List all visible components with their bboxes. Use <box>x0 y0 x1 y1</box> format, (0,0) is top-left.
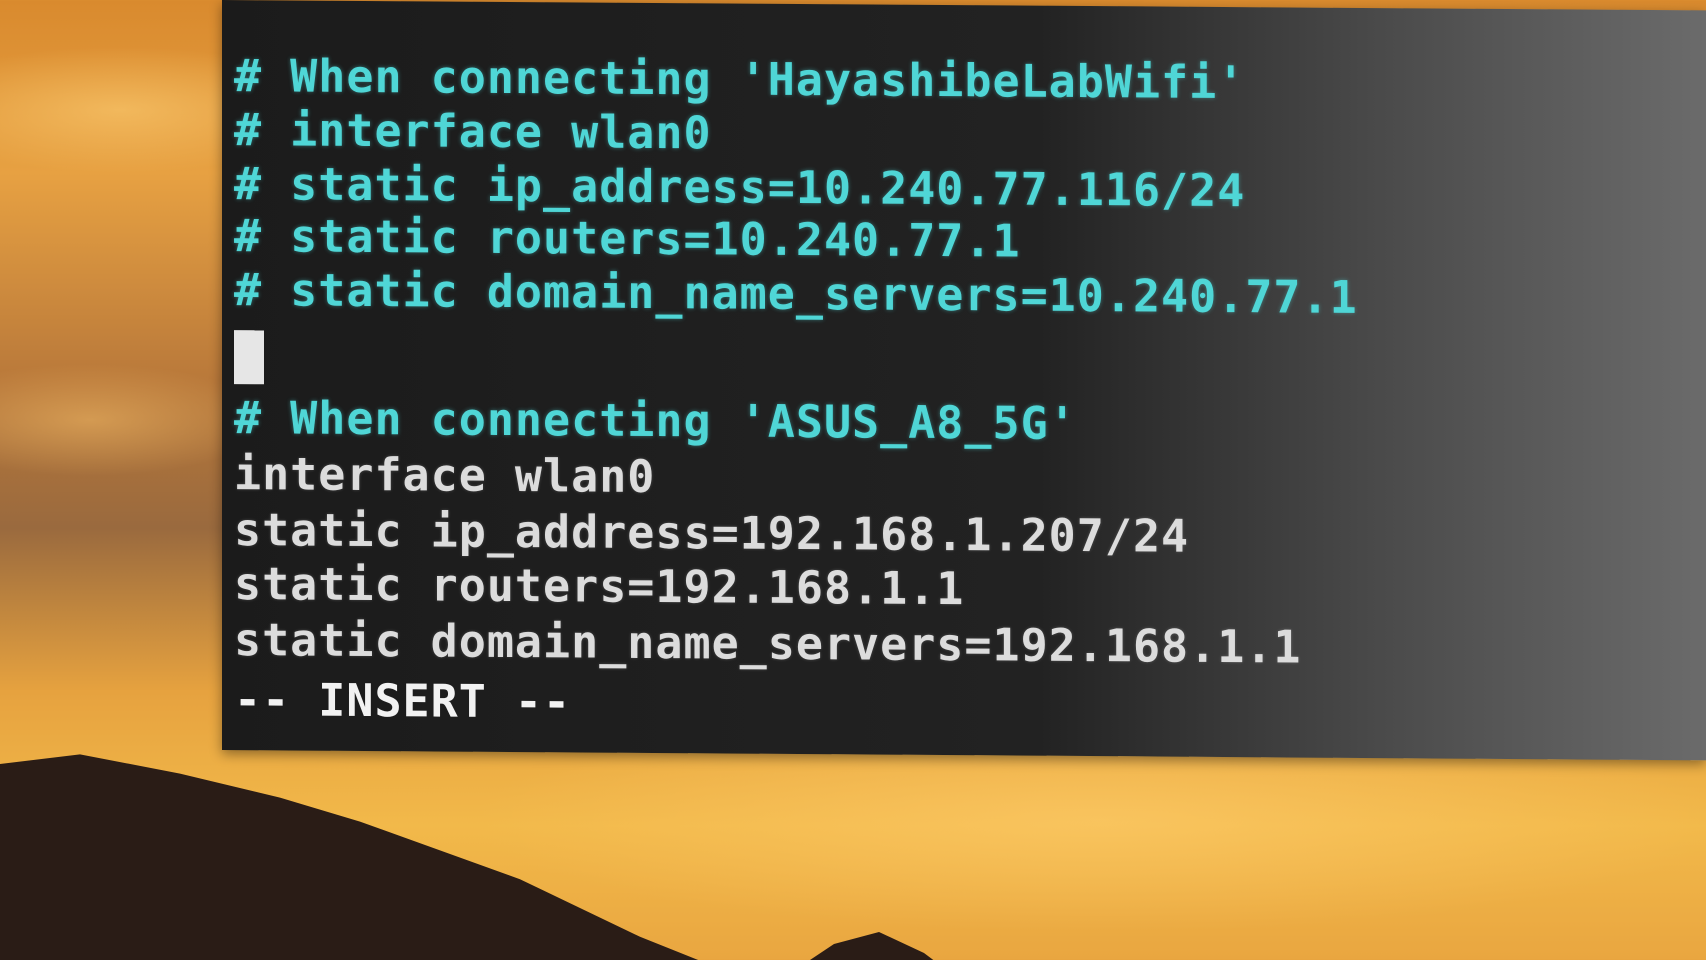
editor-line-9[interactable]: static ip_address=192.168.1.207/24 <box>234 502 1189 565</box>
editor-line-11[interactable]: static domain_name_servers=192.168.1.1 <box>234 612 1302 675</box>
editor-line-2[interactable]: # interface wlan0 <box>234 102 712 161</box>
terminal-window[interactable]: # When connecting 'HayashibeLabWifi' # i… <box>222 0 1706 761</box>
mode-indicator: -- INSERT -- <box>234 673 572 729</box>
editor-line-8[interactable]: interface wlan0 <box>234 446 655 505</box>
editor-line-5[interactable]: # static domain_name_servers=10.240.77.1 <box>234 262 1358 326</box>
editor-line-1[interactable]: # When connecting 'HayashibeLabWifi' <box>234 48 1245 111</box>
text-cursor <box>234 330 264 385</box>
editor-line-10[interactable]: static routers=192.168.1.1 <box>234 556 964 617</box>
editor-line-4[interactable]: # static routers=10.240.77.1 <box>234 208 1021 269</box>
editor-line-7[interactable]: # When connecting 'ASUS_A8_5G' <box>234 390 1077 452</box>
